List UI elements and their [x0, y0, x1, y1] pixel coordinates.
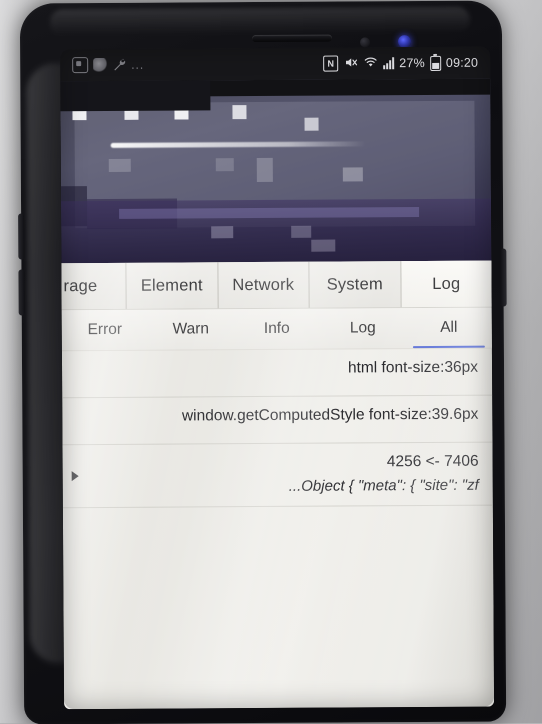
battery-icon: [429, 55, 441, 71]
tab-element[interactable]: Element: [126, 262, 219, 309]
tab-log[interactable]: Log: [400, 260, 492, 308]
mute-icon: [343, 55, 358, 72]
filter-tab-warn[interactable]: Warn: [148, 309, 234, 350]
bezel-top-sheen: [49, 6, 470, 36]
filter-tab-info[interactable]: Info: [234, 309, 320, 350]
log-entry-text: html font-size:36px: [347, 358, 479, 377]
expand-triangle-icon[interactable]: [71, 471, 79, 482]
status-bar-notifications: ...: [72, 57, 145, 74]
devtools-main-tabs: rage Element Network System Log: [61, 260, 492, 311]
devtools-panel: rage Element Network System Log Error Wa…: [61, 260, 495, 710]
signal-icon: [383, 57, 395, 70]
status-bar-system: N 27% 09:20: [323, 54, 478, 72]
console-log-list: html font-size:36px window.getComputedSt…: [61, 348, 493, 509]
app-blob-icon: [93, 57, 108, 73]
status-bar: ... N 27% 09:20: [60, 46, 491, 82]
tab-storage[interactable]: rage: [61, 262, 127, 310]
phone-device: ... N 27% 09:20 rage Element Network Sys…: [18, 0, 507, 724]
tab-system[interactable]: System: [309, 261, 402, 308]
phone-screen: ... N 27% 09:20 rage Element Network Sys…: [60, 46, 495, 710]
filter-tab-log[interactable]: Log: [320, 308, 406, 349]
log-entry[interactable]: html font-size:36px: [61, 348, 493, 399]
wifi-icon: [363, 55, 378, 71]
nfc-icon: N: [323, 55, 339, 72]
filter-tab-error[interactable]: Error: [62, 310, 148, 351]
devtools-filter-tabs: Error Warn Info Log All: [61, 307, 492, 352]
proximity-sensor-icon: [360, 37, 371, 48]
volume-down-button[interactable]: [18, 269, 25, 316]
log-entry[interactable]: window.getComputedStyle font-size:39.6px: [62, 395, 493, 446]
notification-overflow: ...: [131, 57, 145, 72]
battery-percent-label: 27%: [399, 56, 425, 71]
tab-network[interactable]: Network: [217, 261, 310, 309]
filter-tab-all[interactable]: All: [406, 308, 492, 349]
wrench-icon: [112, 58, 126, 72]
clock-label: 09:20: [445, 55, 479, 70]
log-entry-detail: ...Object { "meta": { "site": "zf: [288, 476, 479, 495]
earpiece-speaker: [251, 34, 333, 43]
app-badge-icon: [72, 57, 89, 74]
log-entry[interactable]: 4256 <- 7406 ...Object { "meta": { "site…: [62, 442, 493, 509]
log-entry-text: window.getComputedStyle font-size:39.6px: [181, 405, 479, 425]
log-entry-text: 4256 <- 7406: [386, 452, 479, 471]
volume-up-button[interactable]: [18, 213, 25, 260]
mosaic-censored-webview: [60, 78, 492, 264]
power-button[interactable]: [500, 248, 507, 307]
